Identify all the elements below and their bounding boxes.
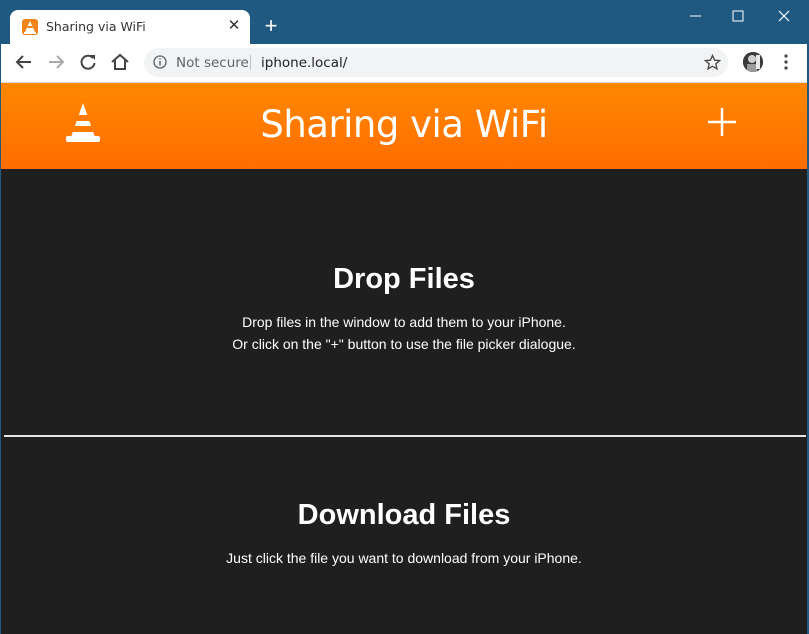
download-files-heading: Download Files (297, 499, 511, 531)
window-titlebar: Sharing via WiFi ✕ + (0, 0, 809, 44)
page-title: Sharing via WiFi (260, 103, 548, 146)
site-header: Sharing via WiFi (1, 83, 807, 169)
maximize-window-button[interactable] (728, 8, 748, 24)
reload-icon[interactable] (78, 52, 98, 72)
bookmark-star-icon[interactable] (703, 53, 722, 71)
tab-title: Sharing via WiFi (46, 19, 146, 34)
new-tab-button[interactable]: + (260, 15, 282, 37)
browser-toolbar: Not secure iphone.local/ (0, 44, 809, 83)
drop-files-picker-hint: Or click on the "+" button to use the fi… (232, 336, 576, 352)
browser-menu-icon[interactable] (780, 53, 792, 71)
info-icon[interactable] (153, 55, 167, 69)
back-arrow-icon[interactable] (14, 52, 34, 72)
browser-tab[interactable]: Sharing via WiFi ✕ (10, 10, 250, 44)
page-content: Sharing via WiFi Drop Files Drop files i… (1, 83, 807, 634)
security-status: Not secure (176, 55, 249, 71)
section-divider (4, 435, 806, 437)
profile-avatar[interactable] (743, 52, 763, 72)
drop-files-heading: Drop Files (333, 263, 475, 295)
omnibox-divider (250, 55, 251, 70)
url-text[interactable]: iphone.local/ (261, 55, 347, 71)
forward-arrow-icon[interactable] (46, 52, 66, 72)
tab-close-icon[interactable]: ✕ (226, 18, 242, 34)
plus-icon[interactable] (705, 105, 739, 139)
drop-files-instruction: Drop files in the window to add them to … (242, 314, 566, 330)
minimize-window-button[interactable] (686, 8, 706, 24)
close-window-button[interactable] (774, 8, 794, 24)
home-icon[interactable] (110, 52, 130, 72)
vlc-favicon-icon (22, 19, 38, 35)
address-bar[interactable]: Not secure iphone.local/ (144, 48, 728, 77)
download-files-instruction: Just click the file you want to download… (226, 550, 582, 566)
